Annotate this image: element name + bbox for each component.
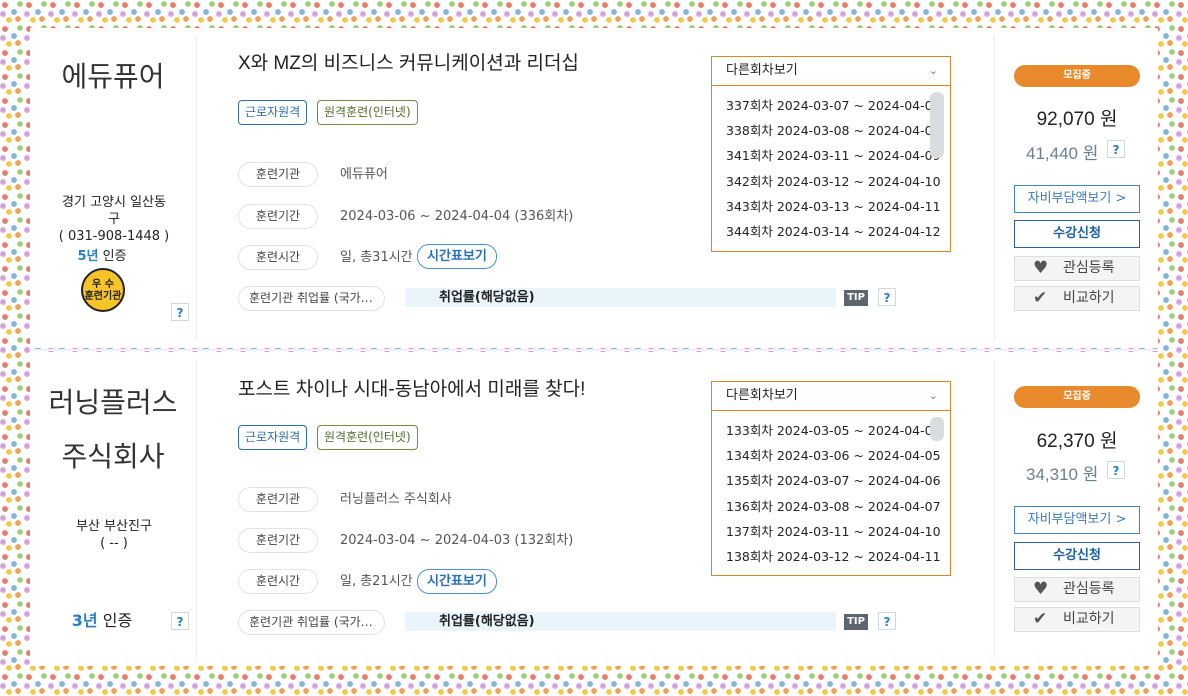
org-value: 러닝플러스 주식회사 — [340, 492, 452, 507]
period-value: 2024-03-04 ~ 2024-04-03 (132회차) — [340, 533, 574, 548]
session-option[interactable]: 338회차 2024-03-08 ~ 2024-04-06 — [726, 118, 950, 143]
session-option[interactable]: 341회차 2024-03-11 ~ 2024-04-09 — [726, 143, 950, 168]
hours-value: 일, 총31시간 — [340, 250, 413, 265]
chevron-down-icon: ⌄ — [928, 64, 938, 77]
tip-badge[interactable]: TIP — [844, 614, 868, 630]
institution-phone: ( -- ) — [100, 536, 128, 551]
certification-label: 5년 인증 — [47, 245, 157, 264]
cert-suffix: 인증 — [97, 611, 133, 630]
session-option[interactable]: 343회차 2024-03-13 ~ 2024-04-11 — [726, 194, 950, 219]
session-option[interactable]: 344회차 2024-03-14 ~ 2024-04-12 — [726, 219, 950, 244]
heart-icon: ♥ — [1033, 579, 1049, 599]
institution-address: 경기 고양시 일산동 구 ( 031-908-1448 ) — [16, 194, 212, 245]
help-icon[interactable]: ? — [878, 612, 896, 630]
institution-name[interactable]: 러닝플러스 주식회사 — [30, 376, 196, 484]
address-line: 구 — [108, 212, 120, 227]
session-select[interactable]: 다른회차보기 ⌄ 337회차 2024-03-07 ~ 2024-04-05 3… — [711, 56, 951, 252]
cert-years: 3년 — [71, 611, 98, 630]
institution-name[interactable]: 에듀퓨어 — [30, 50, 196, 104]
help-icon[interactable]: ? — [1107, 461, 1125, 479]
wishlist-button[interactable]: ♥ 관심등록 — [1014, 577, 1140, 602]
session-option[interactable]: 342회차 2024-03-12 ~ 2024-04-10 — [726, 169, 950, 194]
help-icon[interactable]: ? — [1107, 140, 1125, 158]
course-title[interactable]: 포스트 차이나 시대-동남아에서 미래를 찾다! — [238, 374, 585, 401]
status-badge: 모집중 — [1014, 386, 1140, 408]
session-select-header[interactable]: 다른회차보기 ⌄ — [712, 382, 950, 411]
employment-rate: 취업률(해당없음) — [405, 288, 836, 307]
institution-address: 부산 부산진구 ( -- ) — [16, 518, 212, 552]
label-employment: 훈련기관 취업률 (국가… — [238, 286, 385, 311]
session-option[interactable]: 337회차 2024-03-07 ~ 2024-04-05 — [726, 93, 950, 118]
course-price: 62,370 원 — [1036, 431, 1118, 452]
timetable-button[interactable]: 시간표보기 — [417, 244, 497, 269]
institution-phone: ( 031-908-1448 ) — [58, 229, 170, 244]
cert-suffix: 인증 — [98, 249, 127, 264]
session-select-header[interactable]: 다른회차보기 ⌄ — [712, 57, 950, 86]
tip-badge[interactable]: TIP — [844, 290, 868, 306]
divider — [994, 360, 995, 658]
compare-button[interactable]: ✔ 비교하기 — [1014, 607, 1140, 632]
session-option[interactable]: 133회차 2024-03-05 ~ 2024-04-04 — [726, 418, 950, 443]
org-value: 에듀퓨어 — [340, 167, 388, 182]
label-period: 훈련기간 — [238, 204, 318, 229]
tag-remote-training: 원격훈련(인터넷) — [317, 100, 418, 125]
session-option[interactable]: 136회차 2024-03-08 ~ 2024-04-07 — [726, 494, 950, 519]
self-pay-price: 34,310 원 — [1026, 465, 1099, 484]
label-org: 훈련기관 — [238, 487, 318, 512]
apply-button[interactable]: 수강신청 — [1014, 542, 1140, 570]
session-list[interactable]: 337회차 2024-03-07 ~ 2024-04-05 338회차 2024… — [712, 86, 950, 244]
course-card: 러닝플러스 주식회사 부산 부산진구 ( -- ) 3년 인증 ? 포스트 차이… — [30, 352, 1158, 666]
check-icon: ✔ — [1033, 609, 1048, 629]
course-title[interactable]: X와 MZ의 비즈니스 커뮤니케이션과 리더십 — [238, 48, 579, 75]
employment-rate: 취업률(해당없음) — [405, 612, 836, 631]
timetable-button[interactable]: 시간표보기 — [417, 569, 497, 594]
tag-worker-remote: 근로자원격 — [238, 100, 308, 125]
course-price: 92,070 원 — [1036, 109, 1118, 130]
excellent-institution-badge: 우 수 훈련기관 — [81, 268, 125, 312]
period-value: 2024-03-06 ~ 2024-04-04 (336회차) — [340, 209, 574, 224]
course-card: 에듀퓨어 경기 고양시 일산동 구 ( 031-908-1448 ) 5년 인증… — [30, 28, 1158, 348]
session-option[interactable]: 134회차 2024-03-06 ~ 2024-04-05 — [726, 443, 950, 468]
self-pay-button[interactable]: 자비부담액보기 > — [1014, 506, 1140, 534]
help-icon[interactable]: ? — [171, 612, 189, 630]
compare-button[interactable]: ✔ 비교하기 — [1014, 286, 1140, 311]
session-option[interactable]: 135회차 2024-03-07 ~ 2024-04-06 — [726, 468, 950, 493]
wishlist-button[interactable]: ♥ 관심등록 — [1014, 256, 1140, 281]
self-pay-price: 41,440 원 — [1026, 144, 1099, 163]
tag-worker-remote: 근로자원격 — [238, 425, 308, 450]
hours-value: 일, 총21시간 — [340, 574, 413, 589]
divider — [994, 36, 995, 340]
session-select[interactable]: 다른회차보기 ⌄ 133회차 2024-03-05 ~ 2024-04-04 1… — [711, 381, 951, 576]
certification-label: 3년 인증 — [47, 607, 157, 631]
chevron-down-icon: ⌄ — [928, 389, 938, 402]
apply-button[interactable]: 수강신청 — [1014, 220, 1140, 248]
heart-icon: ♥ — [1033, 258, 1049, 278]
session-list[interactable]: 133회차 2024-03-05 ~ 2024-04-04 134회차 2024… — [712, 411, 950, 569]
divider — [196, 36, 197, 340]
divider — [196, 360, 197, 658]
card-divider — [30, 349, 1158, 351]
help-icon[interactable]: ? — [878, 288, 896, 306]
session-option[interactable]: 137회차 2024-03-11 ~ 2024-04-10 — [726, 519, 950, 544]
scrollbar[interactable] — [930, 92, 944, 158]
tag-remote-training: 원격훈련(인터넷) — [317, 425, 418, 450]
label-org: 훈련기관 — [238, 162, 318, 187]
label-hours: 훈련시간 — [238, 245, 318, 270]
self-pay-button[interactable]: 자비부담액보기 > — [1014, 185, 1140, 213]
status-badge: 모집중 — [1014, 65, 1140, 87]
label-period: 훈련기간 — [238, 528, 318, 553]
address-line: 경기 고양시 일산동 — [62, 195, 166, 210]
help-icon[interactable]: ? — [171, 303, 189, 321]
cert-years: 5년 — [77, 249, 99, 264]
address-line: 부산 부산진구 — [76, 519, 152, 534]
label-hours: 훈련시간 — [238, 569, 318, 594]
check-icon: ✔ — [1033, 288, 1048, 308]
scrollbar[interactable] — [930, 417, 944, 441]
session-option[interactable]: 138회차 2024-03-12 ~ 2024-04-11 — [726, 544, 950, 569]
label-employment: 훈련기관 취업률 (국가… — [238, 610, 385, 635]
